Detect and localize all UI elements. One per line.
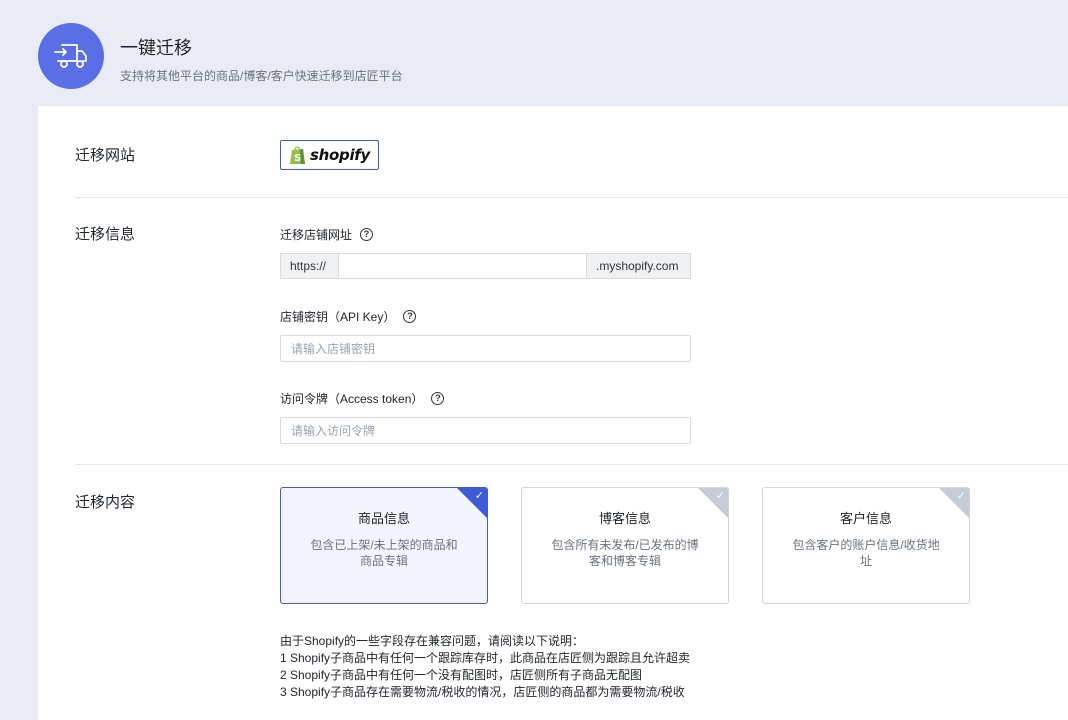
- page-title: 一键迁移: [120, 38, 192, 58]
- check-icon: ✓: [956, 489, 966, 502]
- page-header: 一键迁移 支持将其他平台的商品/博客/客户快速迁移到店匠平台: [0, 0, 1068, 106]
- note-item: 3 Shopify子商品存在需要物流/税收的情况，店匠侧的商品都为需要物流/税收: [280, 685, 685, 699]
- api-key-label-text: 店铺密钥（API Key）: [280, 310, 396, 324]
- shopify-logo-text: shopify: [310, 146, 370, 164]
- migration-form-card: 迁移网站 S shopify 迁移信息 迁移店铺网址 ? https:// .m…: [38, 106, 1068, 720]
- option-products[interactable]: ✓ 商品信息 包含已上架/未上架的商品和商品专辑: [280, 487, 488, 604]
- migration-notes: 由于Shopify的一些字段存在兼容问题，请阅读以下说明： 1 Shopify子…: [280, 633, 690, 701]
- check-icon: ✓: [474, 489, 484, 502]
- page-subtitle: 支持将其他平台的商品/博客/客户快速迁移到店匠平台: [120, 69, 403, 83]
- note-item: 2 Shopify子商品中有任何一个没有配图时，店匠侧所有子商品无配图: [280, 668, 643, 682]
- option-blogs[interactable]: ✓ 博客信息 包含所有未发布/已发布的博客和博客专辑: [521, 487, 729, 604]
- truck-icon: [38, 23, 104, 89]
- url-suffix: .myshopify.com: [587, 253, 691, 279]
- notes-heading: 由于Shopify的一些字段存在兼容问题，请阅读以下说明：: [280, 634, 585, 648]
- api-key-label: 店铺密钥（API Key） ?: [280, 308, 417, 325]
- help-icon[interactable]: ?: [403, 310, 417, 323]
- divider: [75, 197, 1068, 198]
- access-token-input[interactable]: [280, 417, 691, 444]
- url-prefix: https://: [280, 253, 338, 279]
- store-url-label: 迁移店铺网址 ?: [280, 226, 374, 243]
- section-label-info: 迁移信息: [75, 226, 136, 243]
- api-key-input[interactable]: [280, 335, 691, 362]
- help-icon[interactable]: ?: [360, 228, 374, 241]
- store-url-field: https:// .myshopify.com: [280, 253, 691, 279]
- access-token-label: 访问令牌（Access token） ?: [280, 390, 445, 407]
- access-token-label-text: 访问令牌（Access token）: [280, 392, 424, 406]
- section-label-site: 迁移网站: [75, 147, 136, 164]
- option-description: 包含所有未发布/已发布的博客和博客专辑: [551, 538, 699, 568]
- check-icon: ✓: [715, 489, 725, 502]
- option-description: 包含客户的账户信息/收货地址: [792, 538, 940, 568]
- store-url-input[interactable]: [338, 253, 587, 279]
- platform-shopify-button[interactable]: S shopify: [280, 140, 379, 170]
- option-customers[interactable]: ✓ 客户信息 包含客户的账户信息/收货地址: [762, 487, 970, 604]
- svg-text:S: S: [294, 153, 301, 164]
- help-icon[interactable]: ?: [431, 392, 445, 405]
- section-label-content: 迁移内容: [75, 494, 136, 511]
- shopify-bag-icon: S: [290, 146, 305, 164]
- store-url-label-text: 迁移店铺网址: [280, 228, 353, 242]
- divider: [75, 464, 1068, 465]
- option-description: 包含已上架/未上架的商品和商品专辑: [310, 538, 458, 568]
- note-item: 1 Shopify子商品中有任何一个跟踪库存时，此商品在店匠侧为跟踪且允许超卖: [280, 651, 691, 665]
